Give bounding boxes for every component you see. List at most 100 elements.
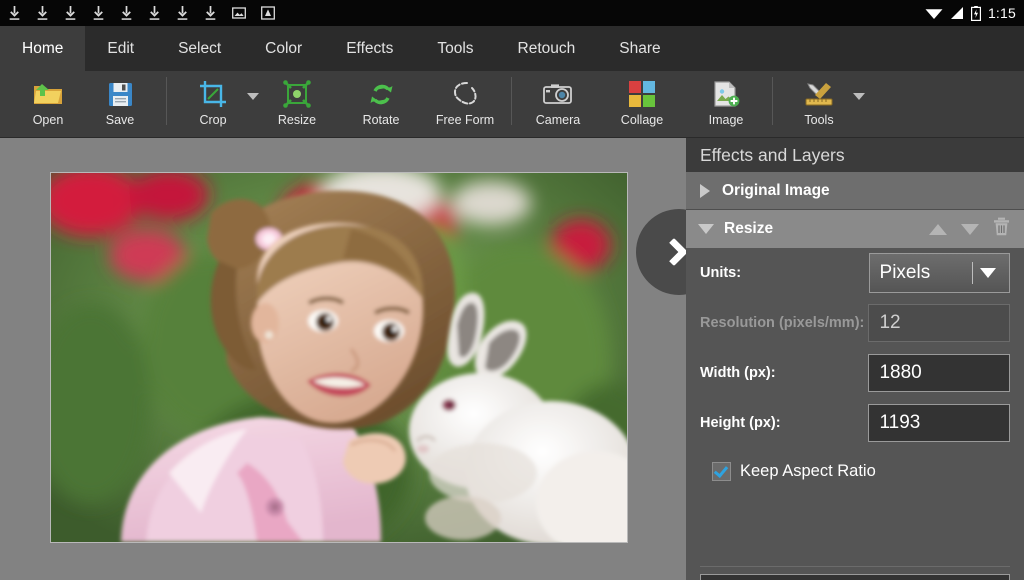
tools-dropdown-caret-icon[interactable] xyxy=(853,93,865,100)
tab-label: Share xyxy=(619,39,661,57)
image-add-icon xyxy=(712,77,740,111)
resolution-row: Resolution (pixels/mm): 12 xyxy=(700,298,1010,348)
checkmark-icon xyxy=(713,462,729,479)
effects-and-layers-panel: Effects and Layers Original Image Resize xyxy=(686,138,1024,580)
tools-button[interactable]: Tools xyxy=(783,71,865,138)
download-icon xyxy=(9,5,20,20)
status-notification-icons xyxy=(8,5,275,21)
width-row: Width (px): 1880 xyxy=(700,348,1010,398)
free-form-button[interactable]: Free Form xyxy=(429,71,501,138)
tab-edit[interactable]: Edit xyxy=(85,26,156,71)
chevron-down-icon[interactable] xyxy=(980,268,996,278)
tab-label: Tools xyxy=(437,39,474,57)
open-folder-icon xyxy=(33,77,63,111)
battery-icon xyxy=(970,5,981,21)
tab-label: Edit xyxy=(107,39,135,57)
tool-label: Tools xyxy=(804,113,834,127)
signal-icon xyxy=(950,7,963,19)
image-canvas-area[interactable] xyxy=(0,138,686,580)
tool-label: Open xyxy=(32,113,64,127)
tool-label: Resize xyxy=(277,113,317,127)
photo-editor-app: 1:15 Home Edit Select Color Effects Tool… xyxy=(0,0,1024,580)
crop-icon xyxy=(199,77,227,111)
collage-button[interactable]: Collage xyxy=(606,71,678,138)
layer-name: Resize xyxy=(724,220,774,237)
tab-home[interactable]: Home xyxy=(0,26,86,71)
rotate-icon xyxy=(368,77,395,111)
wifi-icon xyxy=(925,9,943,19)
units-select[interactable]: Pixels xyxy=(868,253,1010,293)
tool-label: Image xyxy=(708,113,744,127)
collage-icon xyxy=(628,77,656,111)
girl-with-white-rabbit-photo[interactable] xyxy=(50,172,628,543)
width-value: 1880 xyxy=(879,362,922,383)
toolbar-separator xyxy=(166,77,167,125)
layer-actions xyxy=(929,217,1014,241)
image-button[interactable]: Image xyxy=(690,71,762,138)
image-icon xyxy=(232,7,246,19)
tool-label: Rotate xyxy=(362,113,400,127)
home-toolbar: Open Save Crop Resize Rotate Free Form C… xyxy=(0,71,1024,138)
status-clock: 1:15 xyxy=(987,5,1016,21)
resize-button[interactable]: Resize xyxy=(261,71,333,138)
tab-label: Effects xyxy=(346,39,394,57)
crop-dropdown-caret-icon[interactable] xyxy=(247,93,259,100)
android-status-bar: 1:15 xyxy=(0,0,1024,26)
tab-select[interactable]: Select xyxy=(156,26,243,71)
panel-title: Effects and Layers xyxy=(686,138,1024,172)
tab-label: Home xyxy=(22,39,64,57)
arrow-down-icon[interactable] xyxy=(961,223,979,235)
trash-icon[interactable] xyxy=(993,217,1010,241)
height-value: 1193 xyxy=(879,412,921,433)
layer-name: Original Image xyxy=(722,181,830,199)
arrow-up-icon[interactable] xyxy=(929,223,947,235)
units-row: Units: Pixels xyxy=(700,248,1010,298)
height-row: Height (px): 1193 xyxy=(700,398,1010,448)
select-divider xyxy=(972,262,973,284)
photo-content xyxy=(51,173,627,542)
rotate-button[interactable]: Rotate xyxy=(345,71,417,138)
toolbar-separator xyxy=(772,77,773,125)
width-label: Width (px): xyxy=(700,364,776,381)
resolution-value: 12 xyxy=(879,312,901,333)
app-icon xyxy=(261,6,275,20)
tools-icon xyxy=(804,77,834,111)
layer-row-original-image[interactable]: Original Image xyxy=(686,172,1024,210)
crop-button[interactable]: Crop xyxy=(177,71,259,138)
tab-effects[interactable]: Effects xyxy=(324,26,415,71)
download-icon xyxy=(177,5,188,20)
resize-form: Units: Pixels Resolution (pixels/mm): 12… xyxy=(686,248,1024,448)
tab-retouch[interactable]: Retouch xyxy=(496,26,598,71)
triangle-down-icon[interactable] xyxy=(698,224,714,234)
tab-tools[interactable]: Tools xyxy=(415,26,495,71)
toolbar-separator xyxy=(511,77,512,125)
resolution-label: Resolution (pixels/mm): xyxy=(700,314,865,331)
save-floppy-icon xyxy=(107,77,134,111)
width-input[interactable]: 1880 xyxy=(868,354,1010,392)
download-icon xyxy=(65,5,76,20)
triangle-right-icon[interactable] xyxy=(700,183,710,198)
open-button[interactable]: Open xyxy=(12,71,84,138)
save-button[interactable]: Save xyxy=(84,71,156,138)
units-label: Units: xyxy=(700,264,742,281)
free-form-icon xyxy=(451,77,479,111)
tool-label: Free Form xyxy=(435,113,495,127)
units-value: Pixels xyxy=(879,262,931,283)
panel-next-field-partial xyxy=(700,566,1010,580)
tab-share[interactable]: Share xyxy=(597,26,682,71)
tool-label: Collage xyxy=(620,113,664,127)
resolution-input: 12 xyxy=(868,304,1010,342)
keep-aspect-ratio-checkbox[interactable] xyxy=(712,462,731,481)
download-icon xyxy=(205,5,216,20)
tab-label: Color xyxy=(265,39,303,57)
layer-row-resize[interactable]: Resize xyxy=(686,210,1024,248)
status-system-icons: 1:15 xyxy=(925,5,1016,21)
tab-color[interactable]: Color xyxy=(243,26,324,71)
camera-button[interactable]: Camera xyxy=(522,71,594,138)
keep-aspect-ratio-row[interactable]: Keep Aspect Ratio xyxy=(686,448,1024,481)
download-icon xyxy=(121,5,132,20)
download-icon xyxy=(37,5,48,20)
height-label: Height (px): xyxy=(700,414,781,431)
height-input[interactable]: 1193 xyxy=(868,404,1010,442)
download-icon xyxy=(149,5,160,20)
